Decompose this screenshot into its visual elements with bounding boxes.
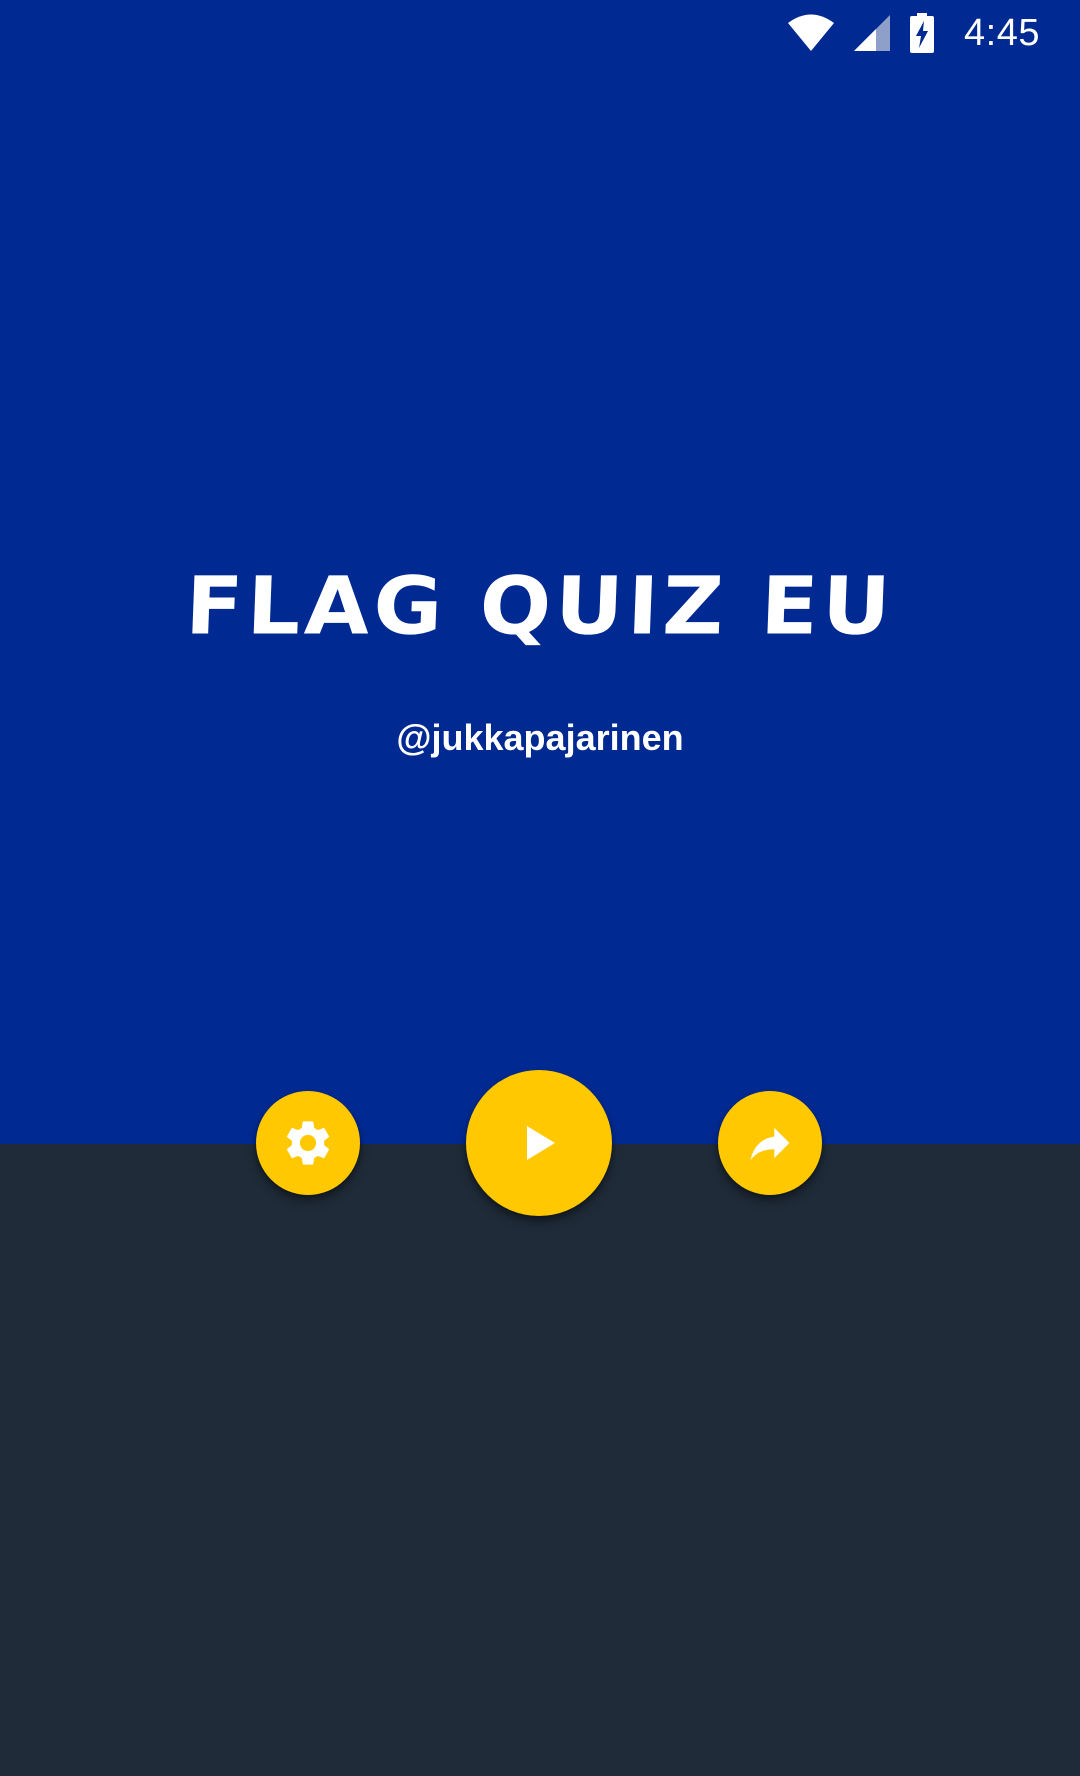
author-handle: @jukkapajarinen — [396, 717, 684, 758]
battery-charging-icon — [910, 13, 935, 53]
share-button[interactable] — [718, 1091, 822, 1195]
bottom-panel — [0, 1144, 1080, 1776]
status-icons: 4:45 — [788, 10, 1040, 56]
play-icon — [519, 1123, 559, 1163]
wifi-icon — [788, 14, 835, 52]
play-button[interactable] — [466, 1070, 612, 1216]
status-bar: 4:45 — [0, 0, 1080, 66]
status-time: 4:45 — [964, 11, 1040, 54]
share-arrow-icon — [744, 1117, 796, 1169]
cell-signal-icon — [854, 15, 891, 51]
settings-button[interactable] — [256, 1091, 360, 1195]
main-screen: 4:45 FLAG QUIZ EU @jukkapajarinen — [0, 0, 1080, 1776]
app-title: FLAG QUIZ EU — [183, 559, 897, 653]
gear-icon — [281, 1116, 335, 1170]
